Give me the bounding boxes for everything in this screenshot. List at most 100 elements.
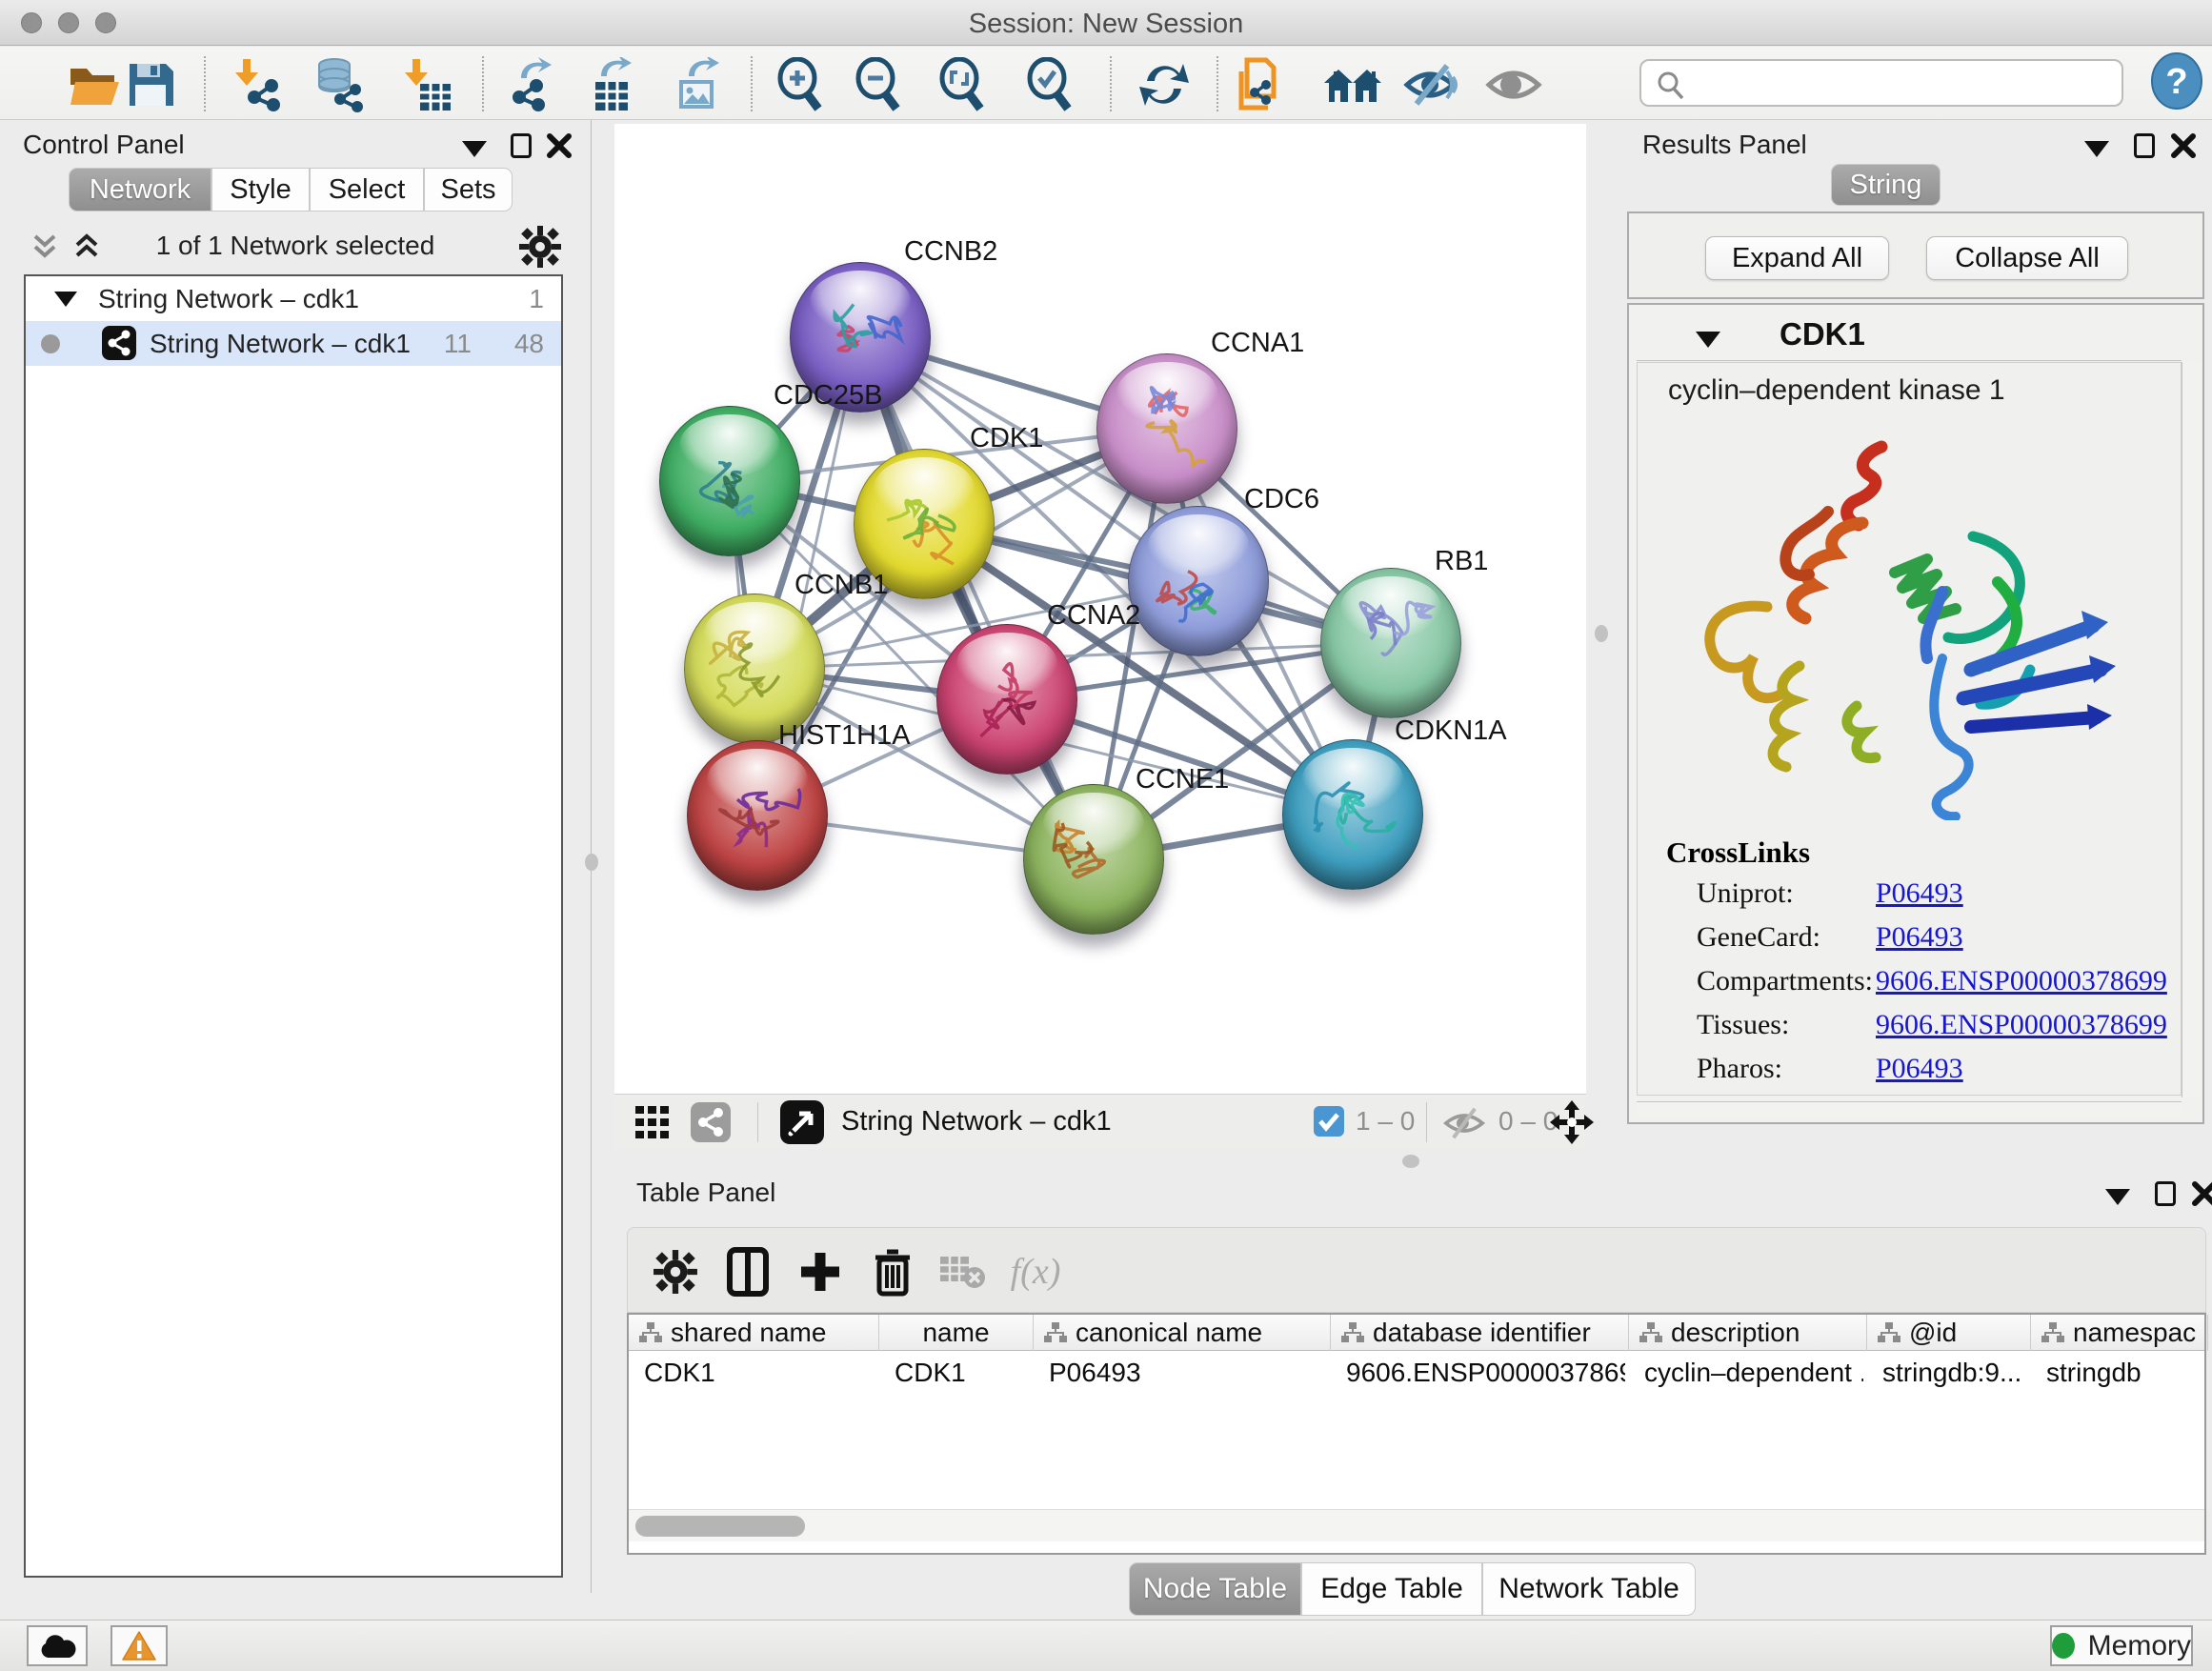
tab-style[interactable]: Style [211,168,310,211]
warnings-button[interactable] [111,1625,168,1666]
collection-expander-icon[interactable] [54,292,77,307]
tab-select[interactable]: Select [310,168,424,211]
column-header-canonical-name[interactable]: canonical name [1034,1315,1331,1351]
network-node-cdc25b[interactable] [659,406,800,556]
column-header-shared-name[interactable]: shared name [629,1315,879,1351]
panel-float-icon[interactable] [511,133,532,158]
table-cell[interactable]: 9606.ENSP00000378699 [1346,1353,1625,1393]
node-structure-thumbnail [688,741,829,892]
protein-expander-icon[interactable] [1696,332,1720,348]
left-splitter-handle[interactable] [585,854,598,871]
panel-close-icon[interactable] [2170,132,2197,159]
table-cell[interactable]: cyclin–dependent ... [1644,1353,1863,1393]
add-column-icon[interactable] [792,1243,849,1300]
table-toolbar: f(x) [627,1227,2206,1313]
network-row-selected[interactable]: String Network – cdk1 11 48 [26,321,561,366]
column-header-description[interactable]: description [1629,1315,1867,1351]
import-network-icon[interactable] [229,58,290,111]
search-input[interactable] [1639,59,2123,107]
table-settings-gear-icon[interactable] [647,1243,704,1300]
memory-button[interactable]: Memory [2050,1625,2193,1666]
column-header--id[interactable]: @id [1867,1315,2031,1351]
expand-all-networks-icon[interactable] [70,232,103,263]
results-horizontal-scrollbar[interactable] [1637,1101,2182,1118]
network-count-bar: 1 of 1 Network selected [0,219,592,274]
crosslink-link[interactable]: P06493 [1876,921,1963,954]
network-node-cdkn1a[interactable] [1282,739,1423,890]
panel-close-icon[interactable] [2191,1180,2212,1207]
table-cell[interactable]: stringdb [2046,1353,2204,1393]
table-cell[interactable]: stringdb:9... [1882,1353,2027,1393]
crosslink-link[interactable]: P06493 [1876,877,1963,910]
grid-view-icon[interactable] [635,1106,672,1140]
panel-menu-icon[interactable] [2105,1189,2130,1205]
network-view-canvas[interactable]: CCNB2CCNA1CDC25BCDK1CDC6RB1CCNB1CCNA2CDK… [614,124,1586,1094]
zoom-in-icon[interactable] [770,58,831,111]
table-cell[interactable]: P06493 [1049,1353,1327,1393]
toolbar-separator [482,56,484,111]
zoom-fit-icon[interactable] [932,58,993,111]
show-columns-icon[interactable] [719,1243,776,1300]
bottom-splitter-handle[interactable] [1402,1155,1419,1168]
network-node-hist1h1a[interactable] [687,740,828,891]
network-node-cdc6[interactable] [1128,506,1269,656]
show-panel-eye-icon [1483,58,1544,111]
column-header-label: name [922,1318,989,1348]
network-collection-row[interactable]: String Network – cdk1 1 [26,276,561,321]
tab-edge-table[interactable]: Edge Table [1301,1562,1482,1616]
tab-network-table[interactable]: Network Table [1482,1562,1696,1616]
zoom-out-icon[interactable] [848,58,909,111]
network-node-ccne1[interactable] [1023,784,1164,935]
pan-move-icon[interactable] [1548,1098,1596,1146]
network-options-gear-icon[interactable] [518,225,562,269]
save-session-icon[interactable] [120,58,181,111]
refresh-icon[interactable] [1134,58,1195,111]
table-horizontal-scrollbar[interactable] [629,1509,2204,1541]
crosslink-link[interactable]: P06493 [1876,1053,1963,1085]
collapse-all-button[interactable]: Collapse All [1926,236,2128,280]
column-header-name[interactable]: name [879,1315,1034,1351]
zoom-selected-icon[interactable] [1019,58,1080,111]
panel-float-icon[interactable] [2155,1181,2176,1206]
scrollbar-thumb[interactable] [635,1516,805,1537]
control-panel-title: Control Panel [23,130,185,160]
string-home-icon[interactable] [1322,58,1383,111]
table-cell[interactable]: CDK1 [644,1353,875,1393]
clone-network-icon[interactable] [1232,58,1293,111]
column-header-namespac[interactable]: namespac [2031,1315,2208,1351]
tab-network[interactable]: Network [69,168,211,211]
tab-string[interactable]: String [1831,164,1941,206]
column-tree-icon [1043,1321,1068,1344]
open-session-icon[interactable] [65,58,126,111]
export-network-icon[interactable] [501,58,562,111]
panel-menu-icon[interactable] [2084,141,2109,157]
collapse-all-networks-icon[interactable] [29,232,61,263]
network-node-rb1[interactable] [1320,568,1461,718]
network-share-view-icon[interactable] [691,1102,731,1142]
panel-float-icon[interactable] [2134,133,2155,158]
column-header-database-identifier[interactable]: database identifier [1331,1315,1629,1351]
network-node-ccna1[interactable] [1096,353,1237,504]
network-node-ccna2[interactable] [936,624,1077,775]
crosslink-link[interactable]: 9606.ENSP00000378699 [1876,1009,2167,1041]
import-table-icon[interactable] [394,58,455,111]
results-vertical-scrollbar[interactable] [2182,362,2201,1097]
tab-node-table[interactable]: Node Table [1129,1562,1301,1616]
delete-column-trash-icon[interactable] [864,1243,921,1300]
crosslink-link[interactable]: 9606.ENSP00000378699 [1876,965,2167,997]
import-network-from-database-icon[interactable] [309,58,370,111]
selected-nodes-checkbox-icon[interactable] [1314,1106,1344,1137]
hide-panel-eye-slash-icon[interactable] [1401,58,1462,111]
panel-close-icon[interactable] [546,132,573,159]
right-splitter-handle[interactable] [1595,625,1608,642]
cloud-status-button[interactable] [27,1625,88,1666]
export-table-icon[interactable] [577,58,638,111]
panel-menu-icon[interactable] [462,141,487,157]
expand-all-button[interactable]: Expand All [1705,236,1889,280]
table-cell[interactable]: CDK1 [895,1353,1030,1393]
tab-sets[interactable]: Sets [424,168,513,211]
help-icon[interactable]: ? [2146,54,2207,108]
collection-count: 1 [529,284,544,314]
detach-view-icon[interactable] [780,1100,824,1144]
export-image-icon[interactable] [663,58,724,111]
